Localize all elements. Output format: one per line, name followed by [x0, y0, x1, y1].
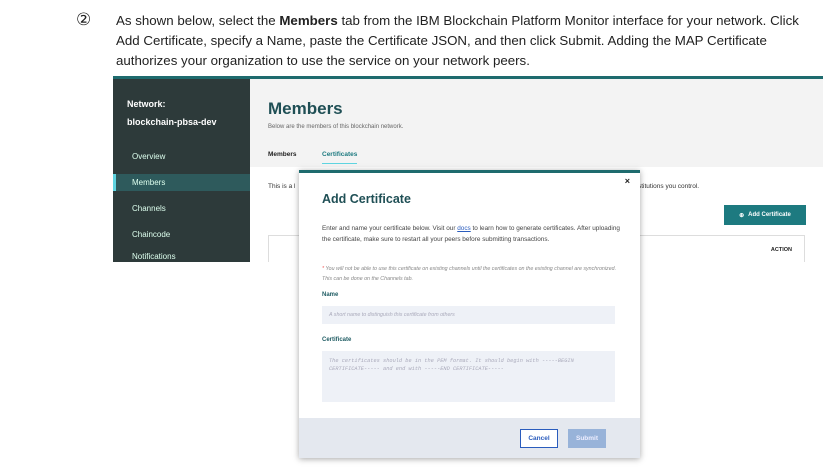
instr-bold: Members — [279, 13, 338, 28]
tab-members[interactable]: Members — [268, 151, 297, 158]
sidebar-item-channels[interactable]: Channels — [113, 200, 250, 217]
instr-text: As shown below, select the — [116, 13, 280, 28]
desc-text: Enter and name your certificate below. V… — [322, 225, 458, 232]
cancel-button[interactable]: Cancel — [520, 429, 558, 448]
column-header-action: ACTION — [770, 247, 792, 253]
note-text: You will not be able to use this certifi… — [322, 266, 617, 282]
intro-text: stitutions you control. — [638, 183, 700, 190]
tab-certificates[interactable]: Certificates — [322, 151, 358, 164]
sidebar: Network: blockchain-pbsa-dev Overview Me… — [113, 79, 250, 262]
add-certificate-label: Add Certificate — [748, 212, 791, 218]
modal-footer: Cancel Submit — [299, 418, 640, 458]
add-certificate-modal: × Add Certificate Enter and name your ce… — [299, 170, 640, 458]
intro-text: This is a l — [268, 183, 296, 190]
certificate-label: Certificate — [322, 337, 352, 343]
close-icon[interactable]: × — [625, 176, 630, 186]
certificate-textarea[interactable]: The certificates should be in the PEM fo… — [322, 351, 615, 402]
name-label: Name — [322, 292, 339, 298]
network-label: Network: — [127, 99, 166, 109]
page-title: Members — [268, 99, 343, 118]
plus-circle-icon: ⊕ — [739, 212, 745, 219]
page-subtitle: Below are the members of this blockchain… — [268, 124, 404, 130]
docs-link[interactable]: docs — [457, 225, 471, 232]
name-input[interactable]: A short name to distinguish this certifi… — [322, 306, 615, 324]
modal-description: Enter and name your certificate below. V… — [322, 223, 622, 245]
network-name: blockchain-pbsa-dev — [127, 117, 217, 127]
sidebar-item-members[interactable]: Members — [113, 174, 250, 191]
sidebar-item-chaincode[interactable]: Chaincode — [113, 226, 250, 243]
sidebar-item-notifications[interactable]: Notifications — [113, 248, 250, 262]
modal-note: * You will not be able to use this certi… — [322, 264, 622, 284]
modal-title: Add Certificate — [322, 192, 411, 206]
instructions: As shown below, select the Members tab f… — [116, 11, 821, 71]
submit-button[interactable]: Submit — [568, 429, 606, 448]
sidebar-item-overview[interactable]: Overview — [113, 148, 250, 165]
add-certificate-button[interactable]: ⊕ Add Certificate — [724, 205, 806, 225]
step-marker: ② — [76, 10, 92, 30]
